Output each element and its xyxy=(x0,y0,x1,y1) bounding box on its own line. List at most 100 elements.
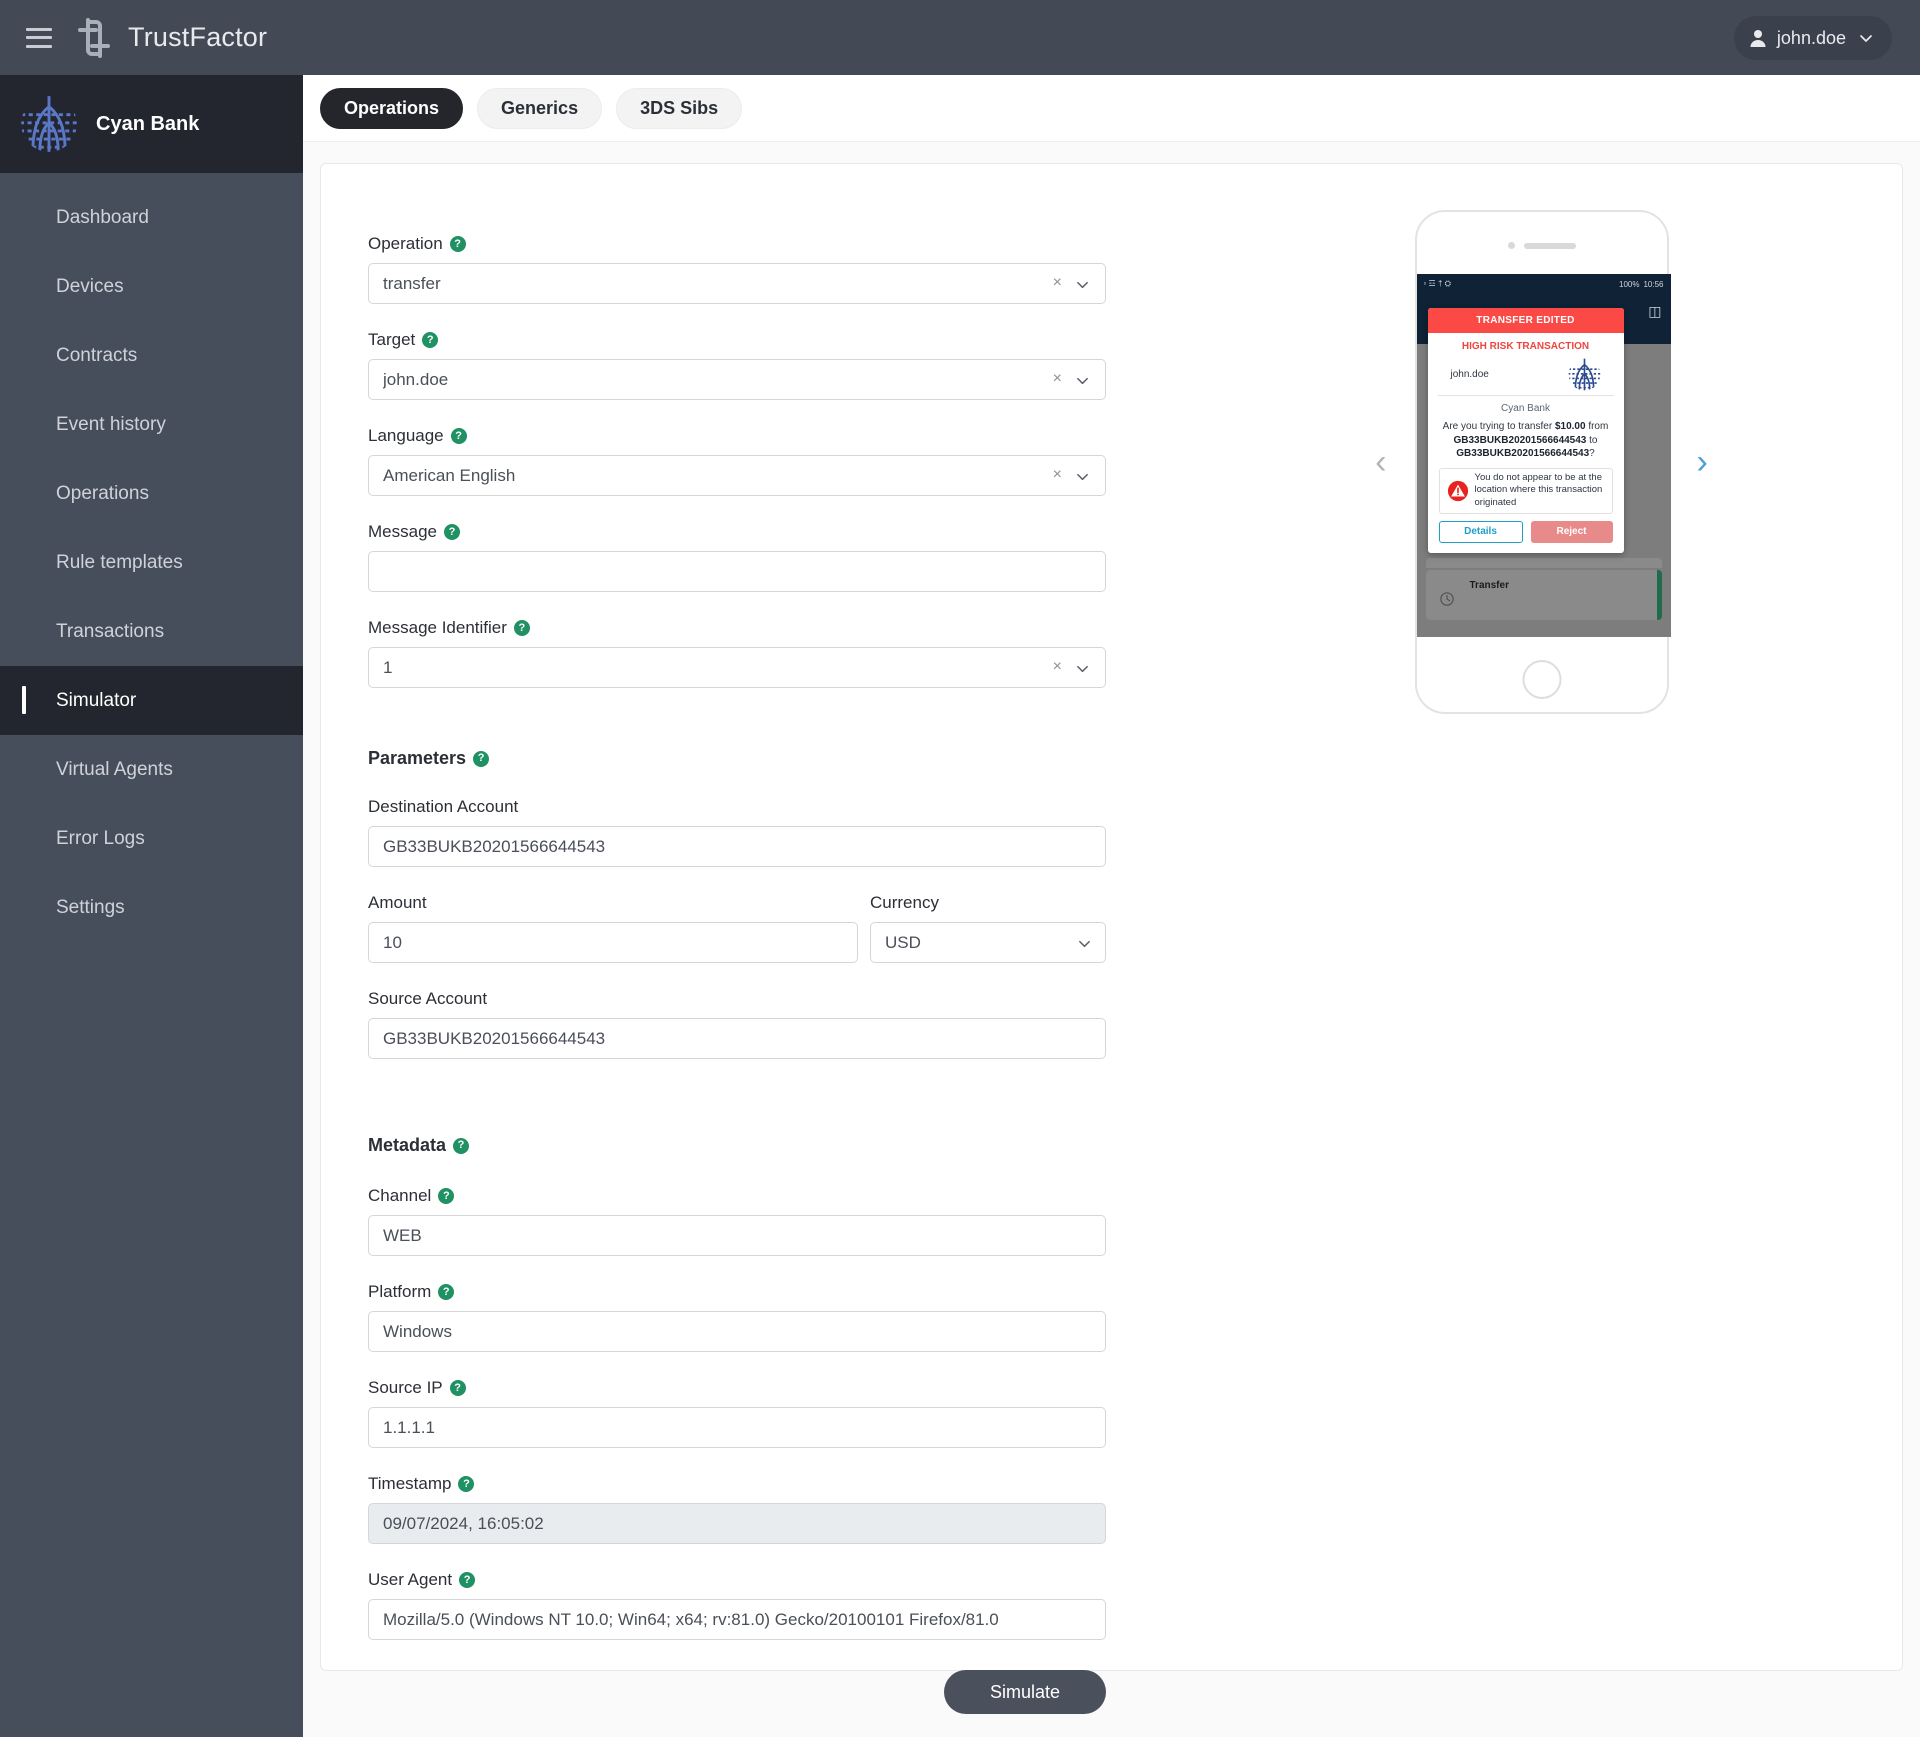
field-timestamp: Timestamp ? xyxy=(368,1474,1181,1544)
details-button[interactable]: Details xyxy=(1438,520,1523,543)
source-ip-input[interactable] xyxy=(368,1407,1106,1448)
sidebar-item-devices[interactable]: Devices xyxy=(0,252,303,321)
chevron-down-icon[interactable] xyxy=(1077,936,1092,951)
help-icon[interactable]: ? xyxy=(450,428,467,444)
metadata-section-heading: Metadata ? xyxy=(368,1135,1181,1156)
target-select-input[interactable] xyxy=(368,359,1106,400)
help-icon[interactable]: ? xyxy=(438,1284,455,1300)
help-icon[interactable]: ? xyxy=(459,1572,476,1588)
parameters-section-heading: Parameters ? xyxy=(368,748,1181,769)
modal-user-row: john.doe xyxy=(1437,358,1614,396)
modal-warning-box: You do not appear to be at the location … xyxy=(1438,467,1613,514)
notes-icon[interactable]: ◫ xyxy=(1648,303,1661,320)
clear-icon[interactable]: × xyxy=(1053,275,1062,291)
sidebar-item-label: Error Logs xyxy=(56,827,145,849)
clear-icon[interactable]: × xyxy=(1053,659,1062,675)
destination-account-input[interactable] xyxy=(368,826,1106,867)
help-icon[interactable]: ? xyxy=(443,524,460,540)
tab-3ds-sibs[interactable]: 3DS Sibs xyxy=(616,87,743,129)
chevron-right-icon[interactable]: › xyxy=(1691,439,1714,485)
cyan-bank-logo-icon xyxy=(1568,358,1600,391)
tab-operations[interactable]: Operations xyxy=(320,87,464,129)
sidebar-item-virtual-agents[interactable]: Virtual Agents xyxy=(0,735,303,804)
source-ip-label: Source IP ? xyxy=(368,1378,1181,1398)
help-icon[interactable]: ? xyxy=(438,1188,455,1204)
chevron-down-icon[interactable] xyxy=(1075,661,1090,676)
target-label-text: Target xyxy=(368,330,416,349)
sidebar-item-settings[interactable]: Settings xyxy=(0,873,303,942)
clear-icon[interactable]: × xyxy=(1053,371,1062,387)
modal-source-account: GB33BUKB20201566644543 xyxy=(1453,434,1587,446)
language-select-input[interactable] xyxy=(368,455,1106,496)
modal-destination-account: GB33BUKB20201566644543 xyxy=(1456,448,1590,459)
phone-speaker xyxy=(1417,242,1667,249)
platform-input[interactable] xyxy=(368,1311,1106,1352)
user-menu-button[interactable]: john.doe xyxy=(1733,16,1892,60)
sidebar-item-label: Transactions xyxy=(56,620,165,642)
user-name: john.doe xyxy=(1776,27,1846,48)
field-currency: Currency xyxy=(870,893,1106,963)
field-destination-account: Destination Account xyxy=(368,797,1181,867)
field-message-identifier: Message Identifier ? × xyxy=(368,618,1181,688)
simulate-button[interactable]: Simulate xyxy=(944,1670,1106,1714)
help-icon[interactable]: ? xyxy=(513,620,530,636)
reject-button[interactable]: Reject xyxy=(1530,520,1613,543)
sidebar-item-transactions[interactable]: Transactions xyxy=(0,597,303,666)
platform-label-text: Platform xyxy=(368,1282,432,1301)
help-icon[interactable]: ? xyxy=(449,1380,466,1396)
message-identifier-select-input[interactable] xyxy=(368,647,1106,688)
user-agent-label: User Agent ? xyxy=(368,1570,1181,1590)
metadata-section-label: Metadata xyxy=(368,1135,447,1155)
modal-bank-name: Cyan Bank xyxy=(1501,403,1550,414)
sidebar-item-simulator[interactable]: Simulator xyxy=(0,666,303,735)
modal-body-text: Are you trying to transfer $10.00 from G… xyxy=(1428,420,1624,468)
amount-input[interactable] xyxy=(368,922,858,963)
currency-select[interactable] xyxy=(870,922,1106,963)
sidebar-item-rule-templates[interactable]: Rule templates xyxy=(0,528,303,597)
help-icon[interactable]: ? xyxy=(449,236,466,252)
chevron-down-icon[interactable] xyxy=(1075,373,1090,388)
operation-select-input[interactable] xyxy=(368,263,1106,304)
user-agent-input[interactable] xyxy=(368,1599,1106,1640)
source-ip-label-text: Source IP xyxy=(368,1378,443,1397)
chevron-down-icon[interactable] xyxy=(1075,469,1090,484)
chevron-down-icon xyxy=(1860,35,1872,42)
hamburger-icon[interactable] xyxy=(26,27,52,48)
phone-mockup: ▫ ☲ † ⛭ 100% 10:56 ← ◫ xyxy=(1414,210,1671,714)
tab-label: Operations xyxy=(344,97,440,118)
status-left-icons: ▫ ☲ † ⛭ xyxy=(1423,279,1452,288)
chevron-down-icon[interactable] xyxy=(1075,277,1090,292)
phone-home-button[interactable] xyxy=(1522,660,1561,699)
channel-input[interactable] xyxy=(368,1215,1106,1256)
phone-bg-transfer-item[interactable]: Transfer xyxy=(1425,570,1662,620)
message-input[interactable] xyxy=(368,551,1106,592)
clear-icon[interactable]: × xyxy=(1053,467,1062,483)
help-icon[interactable]: ? xyxy=(422,332,439,348)
sidebar-item-contracts[interactable]: Contracts xyxy=(0,321,303,390)
message-identifier-label-text: Message Identifier xyxy=(368,618,507,637)
phone-status-bar: ▫ ☲ † ⛭ 100% 10:56 xyxy=(1416,274,1671,294)
sidebar-item-label: Operations xyxy=(56,482,149,504)
tab-generics[interactable]: Generics xyxy=(477,87,603,129)
sidebar-item-label: Dashboard xyxy=(56,206,149,228)
help-icon[interactable]: ? xyxy=(453,1137,470,1154)
help-icon[interactable]: ? xyxy=(458,1476,475,1492)
field-channel: Channel ? xyxy=(368,1186,1181,1256)
sidebar-brand-name: Cyan Bank xyxy=(96,112,200,135)
chevron-left-icon[interactable]: ‹ xyxy=(1369,439,1392,485)
timestamp-label-text: Timestamp xyxy=(368,1474,452,1493)
source-account-input[interactable] xyxy=(368,1018,1106,1059)
sidebar-item-error-logs[interactable]: Error Logs xyxy=(0,804,303,873)
sidebar-item-operations[interactable]: Operations xyxy=(0,459,303,528)
modal-title: TRANSFER EDITED xyxy=(1427,308,1624,333)
sidebar-item-event-history[interactable]: Event history xyxy=(0,390,303,459)
clock-icon xyxy=(1439,592,1454,606)
sidebar: Cyan Bank Dashboard Devices Contracts Ev… xyxy=(0,75,303,1737)
sidebar-item-dashboard[interactable]: Dashboard xyxy=(0,183,303,252)
transaction-confirm-modal: TRANSFER EDITED HIGH RISK TRANSACTION jo… xyxy=(1427,308,1624,553)
top-bar: TrustFactor john.doe xyxy=(0,0,1920,75)
timestamp-input xyxy=(368,1503,1106,1544)
help-icon[interactable]: ? xyxy=(473,750,490,767)
language-label: Language ? xyxy=(368,426,1181,446)
channel-label-text: Channel xyxy=(368,1186,432,1205)
